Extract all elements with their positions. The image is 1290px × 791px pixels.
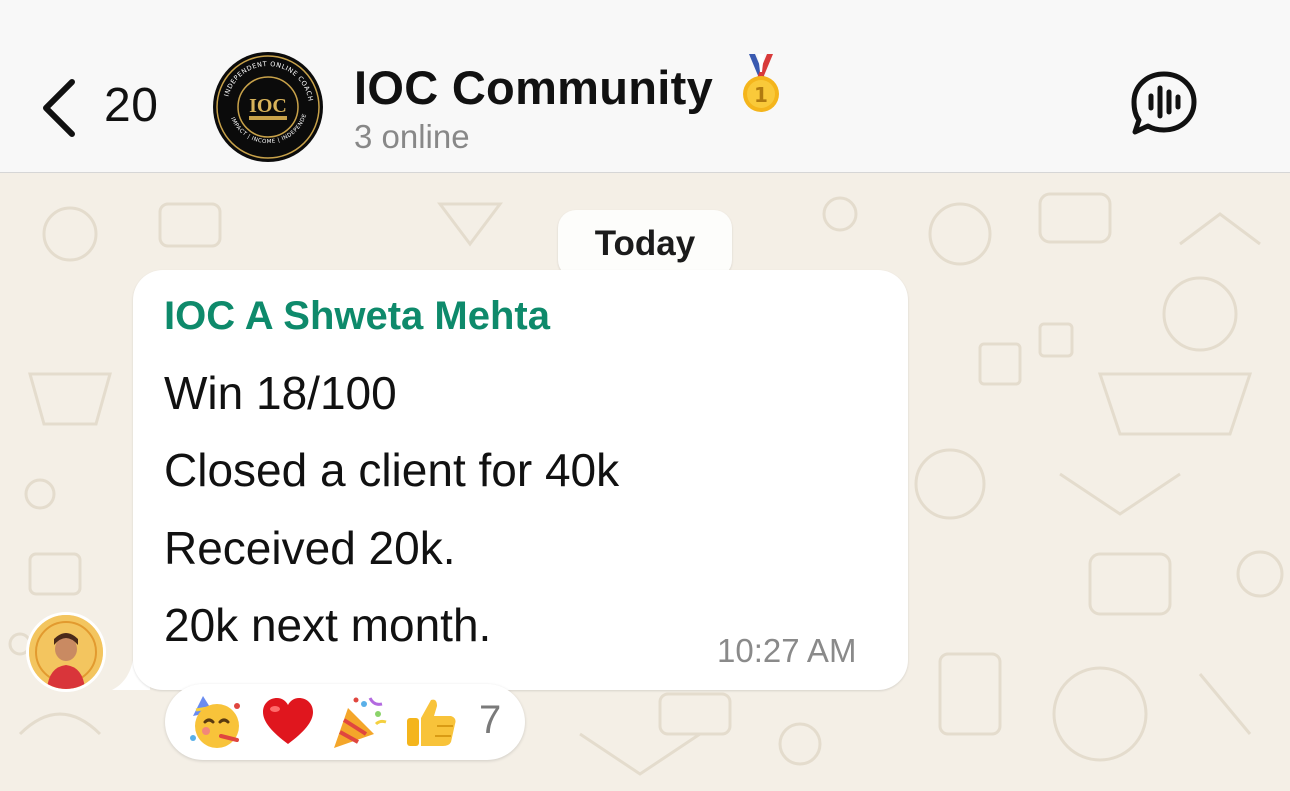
group-title: IOC Community — [354, 60, 714, 114]
partying-face-icon — [190, 696, 240, 748]
unread-count: 20 — [104, 79, 159, 132]
voice-chat-button[interactable] — [1128, 70, 1200, 136]
voice-chat-icon — [1131, 71, 1197, 135]
message-line: Closed a client for 40k — [164, 444, 620, 496]
chat-title-block[interactable]: IOC Community 1 3 online — [354, 54, 783, 156]
message-line: 20k next month. — [164, 599, 492, 651]
chat-header: 20 IOC INDEPENDENT ONLINE COACH IMPACT |… — [0, 0, 1290, 173]
chat-area[interactable]: Today IOC A Shweta Mehta Win 18/100 Clos… — [0, 174, 1290, 791]
back-button[interactable]: 20 — [30, 70, 170, 146]
chevron-left-icon — [43, 79, 75, 137]
sender-name[interactable]: IOC A Shweta Mehta — [164, 294, 550, 339]
svg-text:IOC: IOC — [249, 95, 287, 117]
first-place-medal-icon: 1 — [743, 54, 780, 112]
party-popper-icon — [334, 697, 387, 748]
svg-text:1: 1 — [754, 83, 768, 107]
message-line: Received 20k. — [164, 522, 456, 574]
online-status: 3 online — [354, 118, 470, 155]
thumbs-up-icon — [407, 699, 456, 746]
reaction-count: 7 — [479, 698, 502, 742]
message-line: Win 18/100 — [164, 367, 397, 419]
date-separator: Today — [558, 210, 732, 278]
message-timestamp: 10:27 AM — [717, 632, 857, 669]
red-heart-icon — [263, 698, 313, 744]
message-bubble[interactable]: IOC A Shweta Mehta Win 18/100 Closed a c… — [133, 270, 908, 690]
train-with-shweta-avatar — [29, 615, 103, 689]
ioc-logo: IOC INDEPENDENT ONLINE COACH IMPACT | IN… — [213, 52, 322, 161]
group-avatar[interactable]: IOC INDEPENDENT ONLINE COACH IMPACT | IN… — [213, 52, 323, 162]
sender-avatar[interactable] — [26, 612, 106, 692]
reactions-bar[interactable]: 7 — [165, 684, 525, 760]
